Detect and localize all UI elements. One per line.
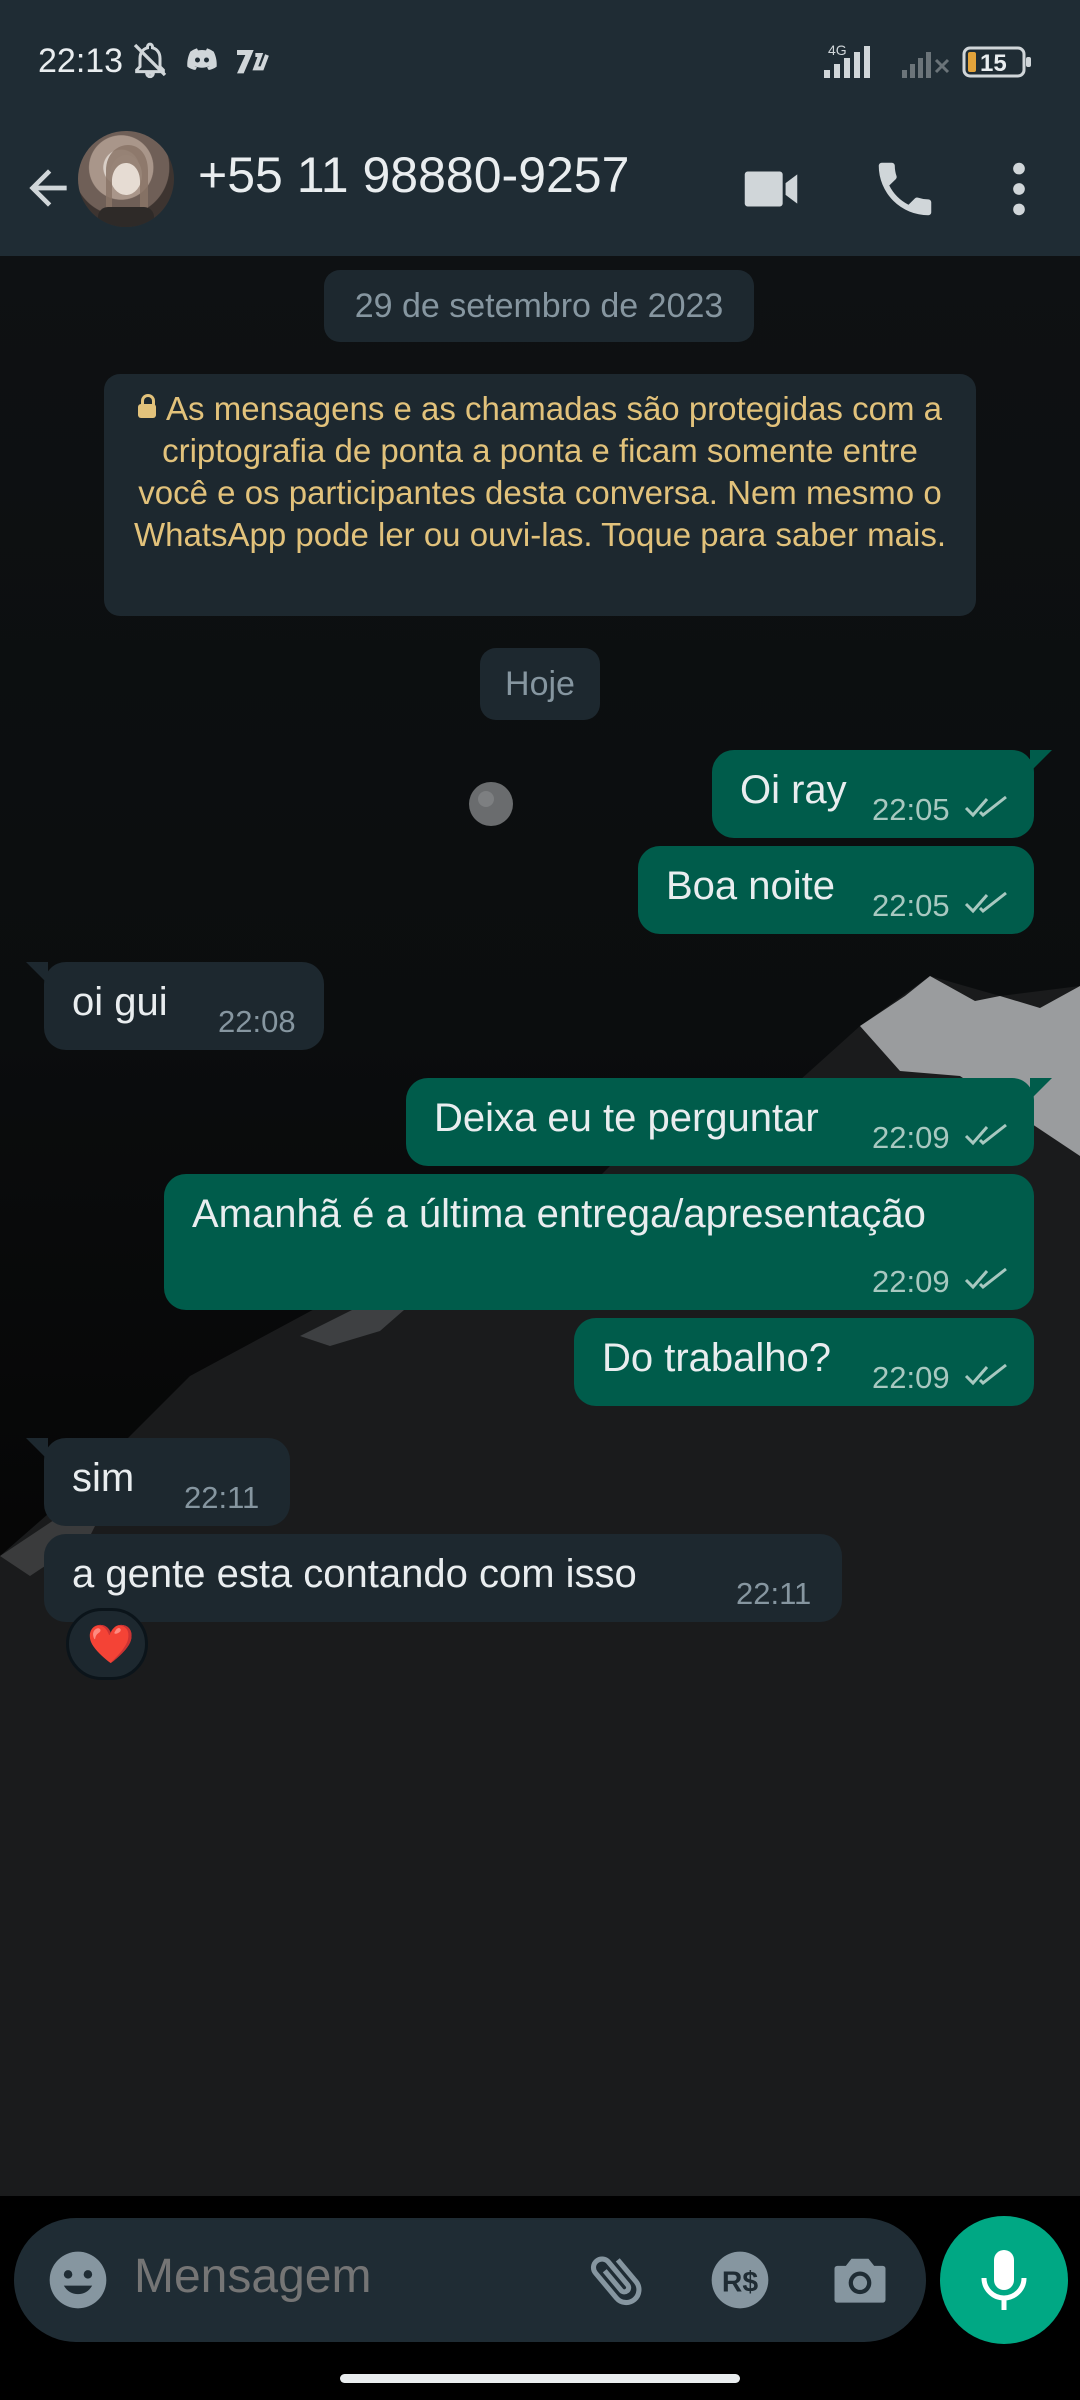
date-chip: 29 de setembro de 2023 [324, 270, 754, 342]
message-outgoing[interactable]: Oi ray 22:05 [712, 750, 1052, 838]
message-reaction[interactable]: ❤️ [66, 1608, 148, 1680]
emoji-icon[interactable] [44, 2246, 112, 2314]
message-text: a gente esta contando com isso [72, 1552, 637, 1596]
message-time: 22:09 [872, 1120, 950, 1155]
message-input[interactable] [132, 2248, 556, 2305]
avatar[interactable] [78, 131, 174, 227]
read-ticks-icon [964, 891, 1007, 914]
message-incoming[interactable]: sim 22:11 [26, 1438, 290, 1526]
message-time: 22:08 [218, 1004, 296, 1039]
message-outgoing[interactable]: Do trabalho? 22:09 [574, 1318, 1034, 1406]
back-arrow-icon[interactable] [20, 156, 76, 220]
battery-level: 15 [980, 50, 1007, 77]
read-ticks-icon [964, 1267, 1007, 1290]
avatar-photo [98, 145, 154, 227]
today-chip: Hoje [480, 648, 600, 720]
more-vert-icon[interactable] [984, 154, 1054, 224]
message-incoming[interactable]: a gente esta contando com isso 22:11 [44, 1534, 842, 1622]
chat-header: +55 11 98880-9257 [0, 128, 1080, 256]
signal-strength-icon [824, 46, 870, 78]
today-chip-label: Hoje [505, 665, 575, 703]
message-time: 22:11 [184, 1480, 260, 1515]
message-text: Oi ray [740, 768, 847, 812]
reaction-emoji: ❤️ [87, 1624, 135, 1666]
message-text: Do trabalho? [602, 1336, 832, 1380]
bell-muted-icon [133, 42, 167, 79]
discord-icon [187, 48, 217, 70]
video-call-icon[interactable] [736, 154, 806, 224]
mic-icon [981, 2250, 1027, 2310]
lock-icon [138, 394, 157, 418]
message-text: Amanhã é a última entrega/apresentação [192, 1192, 926, 1236]
message-outgoing[interactable]: Boa noite 22:05 [638, 846, 1034, 934]
encryption-notice-text: As mensagens e as chamadas são protegida… [134, 390, 947, 553]
payment-icon[interactable]: R$ [706, 2246, 774, 2314]
attach-icon[interactable] [584, 2246, 652, 2314]
read-ticks-icon [964, 795, 1007, 818]
message-composer: R$ [14, 2218, 926, 2342]
message-time: 22:05 [872, 888, 950, 923]
chat-background: 29 de setembro de 2023 As mensagens e as… [0, 256, 1080, 2196]
status-bar: 22:13 4G 15 [0, 0, 1080, 128]
message-outgoing[interactable]: Deixa eu te perguntar 22:09 [406, 1078, 1052, 1166]
home-indicator[interactable] [340, 2374, 740, 2383]
read-ticks-icon [964, 1363, 1007, 1386]
app-notification-icon [237, 50, 269, 74]
message-text: Boa noite [666, 864, 836, 908]
message-text: sim [72, 1456, 135, 1500]
message-outgoing[interactable]: Amanhã é a última entrega/apresentação 2… [164, 1174, 1034, 1310]
message-time: 22:11 [736, 1576, 812, 1611]
message-text: oi gui [72, 980, 168, 1024]
svg-text:R$: R$ [722, 2266, 758, 2298]
read-ticks-icon [964, 1123, 1007, 1146]
encryption-notice[interactable]: As mensagens e as chamadas são protegida… [104, 374, 976, 616]
voice-call-icon[interactable] [870, 154, 940, 224]
status-time: 22:13 [38, 42, 124, 80]
contact-name[interactable]: +55 11 98880-9257 [198, 146, 629, 204]
message-time: 22:09 [872, 1360, 950, 1395]
camera-icon[interactable] [826, 2246, 894, 2314]
message-text: Deixa eu te perguntar [434, 1096, 819, 1140]
message-incoming[interactable]: oi gui 22:08 [26, 962, 324, 1050]
message-time: 22:05 [872, 792, 950, 827]
voice-record-button[interactable] [940, 2216, 1068, 2344]
signal-no-service-icon [902, 52, 950, 78]
date-chip-label: 29 de setembro de 2023 [354, 287, 724, 325]
message-time: 22:09 [872, 1264, 950, 1299]
